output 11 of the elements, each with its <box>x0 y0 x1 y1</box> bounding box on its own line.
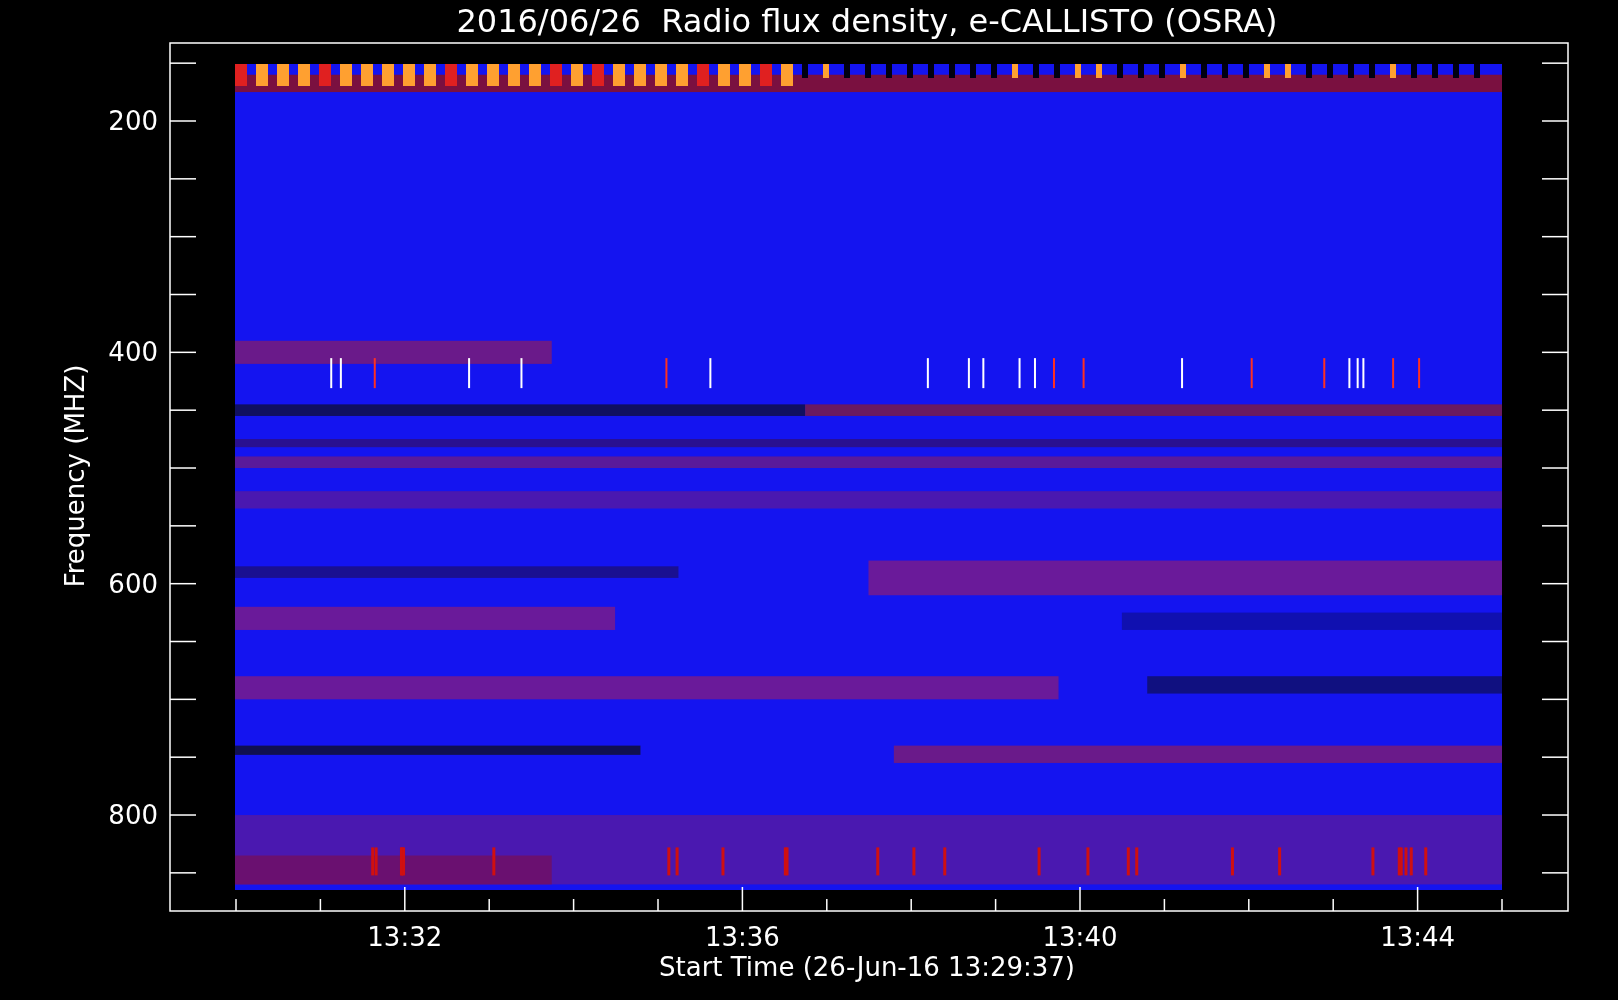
chart-title: 2016/06/26 Radio flux density, e-CALLISTO (OSRA) <box>456 2 1278 40</box>
x-tick-label: 13:40 <box>1042 922 1118 952</box>
y-axis-label: Frequency (MHZ) <box>60 364 90 588</box>
y-tick-label: 800 <box>108 800 158 830</box>
y-tick-label: 400 <box>108 337 158 368</box>
x-axis-label: Start Time (26-Jun-16 13:29:37) <box>659 952 1075 982</box>
x-tick-label: 13:32 <box>367 922 443 952</box>
x-tick-label: 13:36 <box>704 922 780 952</box>
y-tick-label: 600 <box>108 568 158 599</box>
x-tick-label: 13:44 <box>1380 922 1456 952</box>
y-tick-label: 200 <box>108 106 158 136</box>
